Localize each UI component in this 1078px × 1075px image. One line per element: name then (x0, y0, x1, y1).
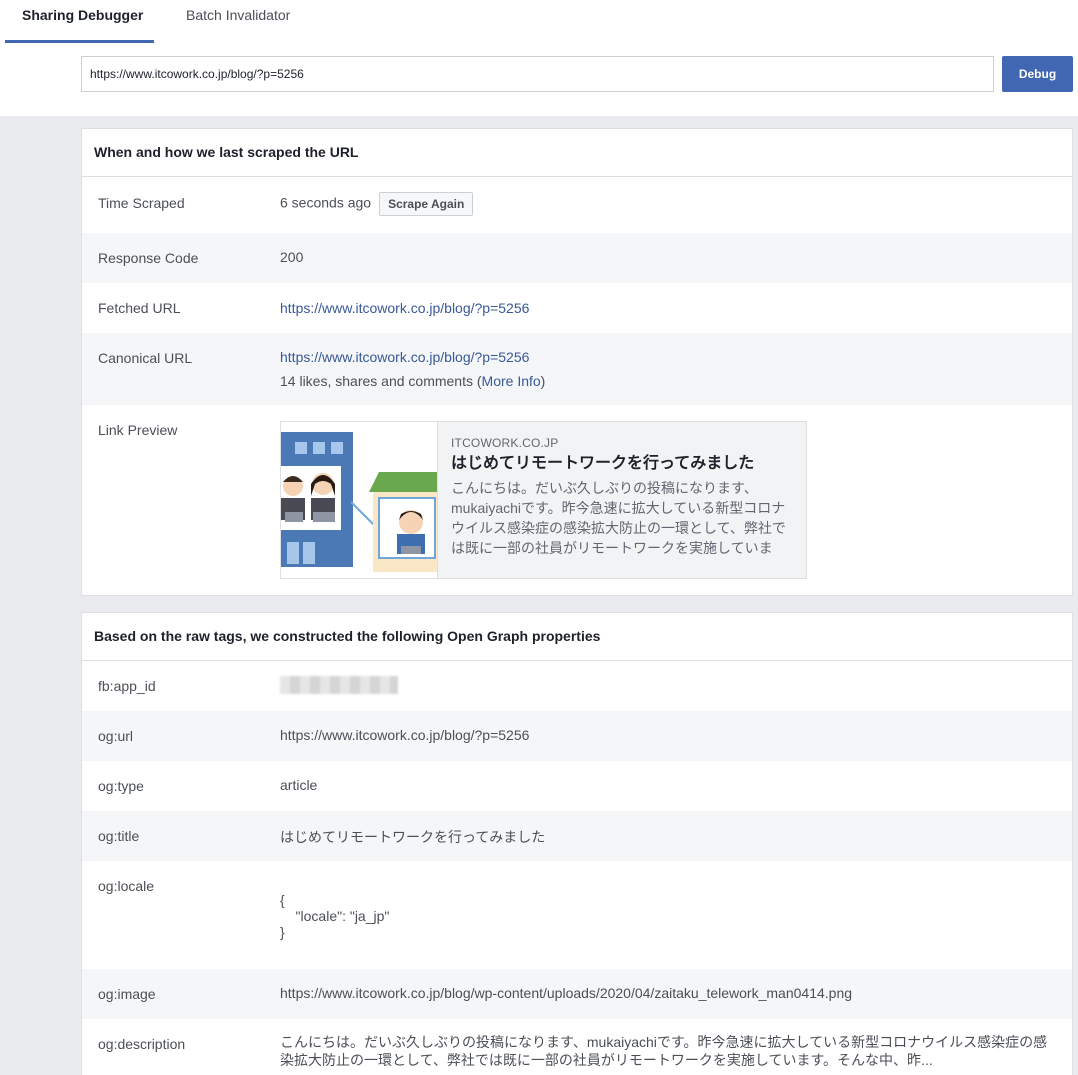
tab-sharing-debugger[interactable]: Sharing Debugger (22, 0, 143, 44)
active-tab-indicator (5, 40, 154, 43)
link-preview-card[interactable]: ITCOWORK.CO.JP はじめてリモートワークを行ってみました こんにちは… (280, 421, 807, 579)
preview-description: こんにちは。だいぶ久しぶりの投稿になります、mukaiyachiです。昨今急速に… (451, 480, 786, 556)
engagement-suffix: ) (540, 373, 546, 389)
og-properties-panel: Based on the raw tags, we constructed th… (81, 612, 1073, 1075)
time-scraped-value-group: 6 seconds ago Scrape Again (280, 192, 474, 216)
more-info-link[interactable]: More Info (482, 373, 541, 389)
og-row-label: og:url (98, 728, 134, 744)
top-bar: Sharing Debugger Batch Invalidator Debug (0, 0, 1078, 116)
fetched-url-row: Fetched URL https://www.itcowork.co.jp/b… (82, 283, 1072, 333)
fetched-url-label: Fetched URL (98, 300, 181, 316)
time-scraped-label: Time Scraped (98, 195, 185, 211)
preview-image (281, 422, 438, 578)
link-preview-label: Link Preview (98, 422, 178, 438)
og-row-value: https://www.itcowork.co.jp/blog/wp-conte… (280, 985, 853, 1001)
og-row: og:type article (82, 761, 1072, 811)
og-row: og:locale { "locale": "ja_jp" } (82, 861, 1072, 969)
preview-text: ITCOWORK.CO.JP はじめてリモートワークを行ってみました こんにちは… (451, 436, 796, 558)
og-row-value: こんにちは。だいぶ久しぶりの投稿になります、mukaiyachiです。昨今急速に… (280, 1034, 1048, 1068)
time-scraped-row: Time Scraped 6 seconds ago Scrape Again (82, 177, 1072, 233)
og-row-value: https://www.itcowork.co.jp/blog/?p=5256 (280, 727, 530, 743)
og-locale-json: { "locale": "ja_jp" } (280, 892, 390, 940)
preview-title: はじめてリモートワークを行ってみました (451, 455, 755, 472)
redacted-value (280, 676, 398, 694)
tab-bar: Sharing Debugger Batch Invalidator (0, 0, 1078, 44)
tab-batch-invalidator[interactable]: Batch Invalidator (186, 0, 290, 44)
og-row: fb:app_id (82, 661, 1072, 711)
debug-button[interactable]: Debug (1002, 56, 1073, 92)
response-code-label: Response Code (98, 250, 199, 266)
og-panel-title: Based on the raw tags, we constructed th… (82, 613, 1072, 661)
canonical-url-row: Canonical URL https://www.itcowork.co.jp… (82, 333, 1072, 405)
og-row-label: fb:app_id (98, 678, 156, 694)
canonical-url-link[interactable]: https://www.itcowork.co.jp/blog/?p=5256 (280, 349, 529, 365)
scrape-panel-title: When and how we last scraped the URL (82, 129, 1072, 177)
time-scraped-value: 6 seconds ago (280, 194, 372, 211)
response-code-row: Response Code 200 (82, 233, 1072, 283)
fetched-url-link[interactable]: https://www.itcowork.co.jp/blog/?p=5256 (280, 300, 529, 316)
og-row: og:url https://www.itcowork.co.jp/blog/?… (82, 711, 1072, 761)
url-input[interactable] (81, 56, 994, 92)
scrape-again-button[interactable]: Scrape Again (379, 192, 474, 216)
preview-domain: ITCOWORK.CO.JP (451, 436, 559, 450)
engagement-prefix: 14 likes, shares and comments ( (280, 373, 482, 389)
canonical-url-label: Canonical URL (98, 350, 193, 366)
link-preview-row: Link Preview ITCOWORK.CO.JP はじめてリモートワークを… (82, 405, 1072, 595)
engagement-count: 14 likes, shares and comments (More Info… (280, 373, 545, 389)
app-id-redacted (280, 676, 398, 697)
og-row: og:description こんにちは。だいぶ久しぶりの投稿になります、muk… (82, 1019, 1072, 1075)
response-code-value: 200 (280, 249, 304, 265)
og-row-label: og:locale (98, 878, 155, 894)
og-row-label: og:image (98, 986, 156, 1002)
og-row: og:title はじめてリモートワークを行ってみました (82, 811, 1072, 861)
scrape-info-panel: When and how we last scraped the URL Tim… (81, 128, 1073, 596)
og-row-label: og:title (98, 828, 140, 844)
og-row-value: はじめてリモートワークを行ってみました (280, 829, 546, 845)
og-row-label: og:type (98, 778, 144, 794)
og-row: og:image https://www.itcowork.co.jp/blog… (82, 969, 1072, 1019)
og-row-label: og:description (98, 1036, 186, 1052)
telework-illustration (281, 422, 437, 578)
og-row-value: article (280, 777, 318, 793)
